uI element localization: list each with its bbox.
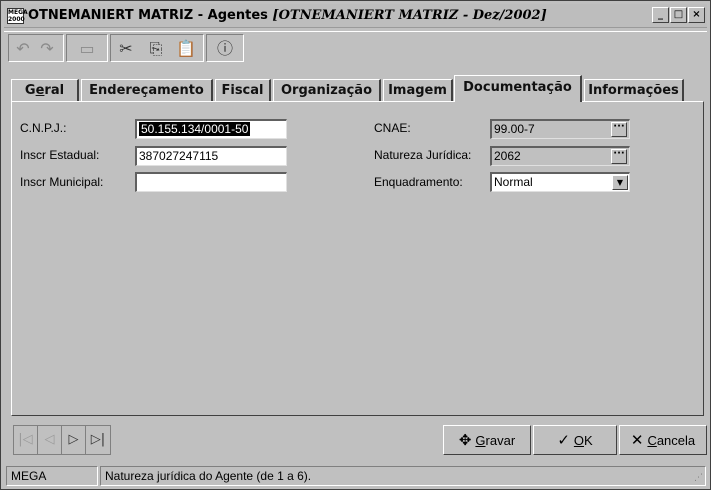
window-title-context: [OTNEMANIERT MATRIZ - Dez/2002] (272, 8, 547, 23)
cnpj-label: C.N.P.J.: (20, 121, 67, 135)
cnpj-value: 50.155.134/0001-50 (139, 122, 251, 136)
tab-organizacao[interactable]: Organização (273, 79, 381, 101)
tab-geral[interactable]: Geral (11, 79, 79, 101)
check-icon: ✓ (557, 431, 570, 449)
toolbar-group-clipboard: ✂ ⎘ 📋 (110, 34, 204, 62)
paste-icon[interactable]: 📋 (175, 39, 197, 59)
app-logo-icon[interactable]: MEGA 2000 (7, 8, 28, 24)
redo-icon[interactable]: ↷ (36, 39, 58, 59)
record-navigator: |◁ ◁ ▷ ▷| (13, 425, 111, 455)
cnae-label: CNAE: (374, 121, 411, 135)
app-logo-line-1: MEGA (8, 9, 28, 16)
toolbar-group-delete: ▭ (66, 34, 108, 62)
next-record-icon[interactable]: ▷ (62, 426, 86, 454)
info-icon[interactable]: ⓘ (214, 39, 236, 59)
tab-enderecamento-label: Endereçamento (89, 83, 204, 98)
maximize-button[interactable]: □ (670, 7, 687, 23)
gravar-button[interactable]: ✥ Gravar (443, 425, 531, 455)
window-controls: _ □ × (652, 7, 705, 23)
tab-imagem[interactable]: Imagem (383, 79, 453, 101)
previous-record-icon[interactable]: ◁ (38, 426, 62, 454)
gravar-accel: G (475, 433, 486, 448)
last-record-icon[interactable]: ▷| (86, 426, 110, 454)
documentacao-panel: C.N.P.J.: 50.155.134/0001-50 Inscr Estad… (11, 101, 704, 416)
inscr-municipal-label: Inscr Municipal: (20, 175, 104, 189)
inscr-municipal-field[interactable] (135, 172, 287, 192)
status-bar: MEGA Natureza jurídica do Agente (de 1 a… (4, 465, 708, 487)
window-title-main: OTNEMANIERT MATRIZ - Agentes (28, 8, 268, 23)
natureza-juridica-value: 2062 (494, 149, 521, 163)
cnae-value: 99.00-7 (494, 122, 535, 136)
app-logo-line-2: 2000 (8, 16, 25, 23)
toolbar-group-undo: ↶ ↷ (8, 34, 64, 62)
ok-accel: O (573, 433, 585, 448)
tab-documentacao-label: Documentação (463, 80, 572, 95)
save-icon: ✥ (458, 431, 472, 449)
tab-enderecamento[interactable]: Endereçamento (81, 79, 213, 101)
close-icon: ✕ (630, 431, 644, 449)
resize-grip-icon[interactable]: ⋰ (694, 473, 708, 487)
delete-icon[interactable]: ▭ (76, 39, 98, 59)
cnpj-field[interactable]: 50.155.134/0001-50 (135, 119, 287, 139)
tab-informacoes[interactable]: Informações (584, 79, 684, 101)
ok-button[interactable]: ✓ OK (533, 425, 617, 455)
copy-icon[interactable]: ⎘ (145, 39, 167, 59)
status-message: Natureza jurídica do Agente (de 1 a 6). (100, 466, 706, 486)
ok-label: K (584, 433, 593, 448)
enquadramento-select[interactable]: Normal ▼ (490, 172, 630, 192)
toolbar: ↶ ↷ ▭ ✂ ⎘ 📋 ⓘ (4, 31, 707, 65)
inscr-estadual-field[interactable]: 387027247115 (135, 146, 287, 166)
tab-fiscal[interactable]: Fiscal (215, 79, 271, 101)
undo-icon[interactable]: ↶ (12, 39, 34, 59)
natureza-juridica-field[interactable]: 2062 ··· (490, 146, 630, 166)
toolbar-group-info: ⓘ (206, 34, 244, 62)
cancela-button[interactable]: ✕ Cancela (619, 425, 707, 455)
cnae-lookup-button[interactable]: ··· (611, 122, 627, 137)
first-record-icon[interactable]: |◁ (14, 426, 38, 454)
status-company: MEGA (6, 466, 98, 486)
window-title: OTNEMANIERT MATRIZ - Agentes [OTNEMANIER… (28, 8, 547, 23)
natureza-juridica-label: Natureza Jurídica: (374, 148, 472, 162)
cut-icon[interactable]: ✂ (115, 39, 137, 59)
enquadramento-value: Normal (494, 175, 533, 189)
minimize-button[interactable]: _ (652, 7, 669, 23)
tab-organizacao-label: Organização (281, 83, 372, 98)
enquadramento-label: Enquadramento: (374, 175, 463, 189)
cancela-accel: C (647, 433, 657, 448)
title-bar[interactable]: MEGA 2000 OTNEMANIERT MATRIZ - Agentes [… (4, 4, 707, 28)
tab-geral-label-pre: G (24, 83, 36, 98)
cnae-field[interactable]: 99.00-7 ··· (490, 119, 630, 139)
tab-documentacao[interactable]: Documentação (454, 75, 582, 102)
close-button[interactable]: × (688, 7, 705, 23)
inscr-estadual-label: Inscr Estadual: (20, 148, 100, 162)
natureza-juridica-lookup-button[interactable]: ··· (611, 149, 627, 164)
agentes-window: MEGA 2000 OTNEMANIERT MATRIZ - Agentes [… (0, 0, 711, 490)
cancela-label: ancela (656, 433, 696, 448)
tab-fiscal-label: Fiscal (221, 83, 264, 98)
tab-informacoes-label: Informações (588, 83, 679, 98)
tab-geral-label-post: ral (44, 83, 65, 98)
gravar-label: ravar (485, 433, 516, 448)
chevron-down-icon[interactable]: ▼ (612, 175, 628, 190)
tab-imagem-label: Imagem (388, 83, 447, 98)
